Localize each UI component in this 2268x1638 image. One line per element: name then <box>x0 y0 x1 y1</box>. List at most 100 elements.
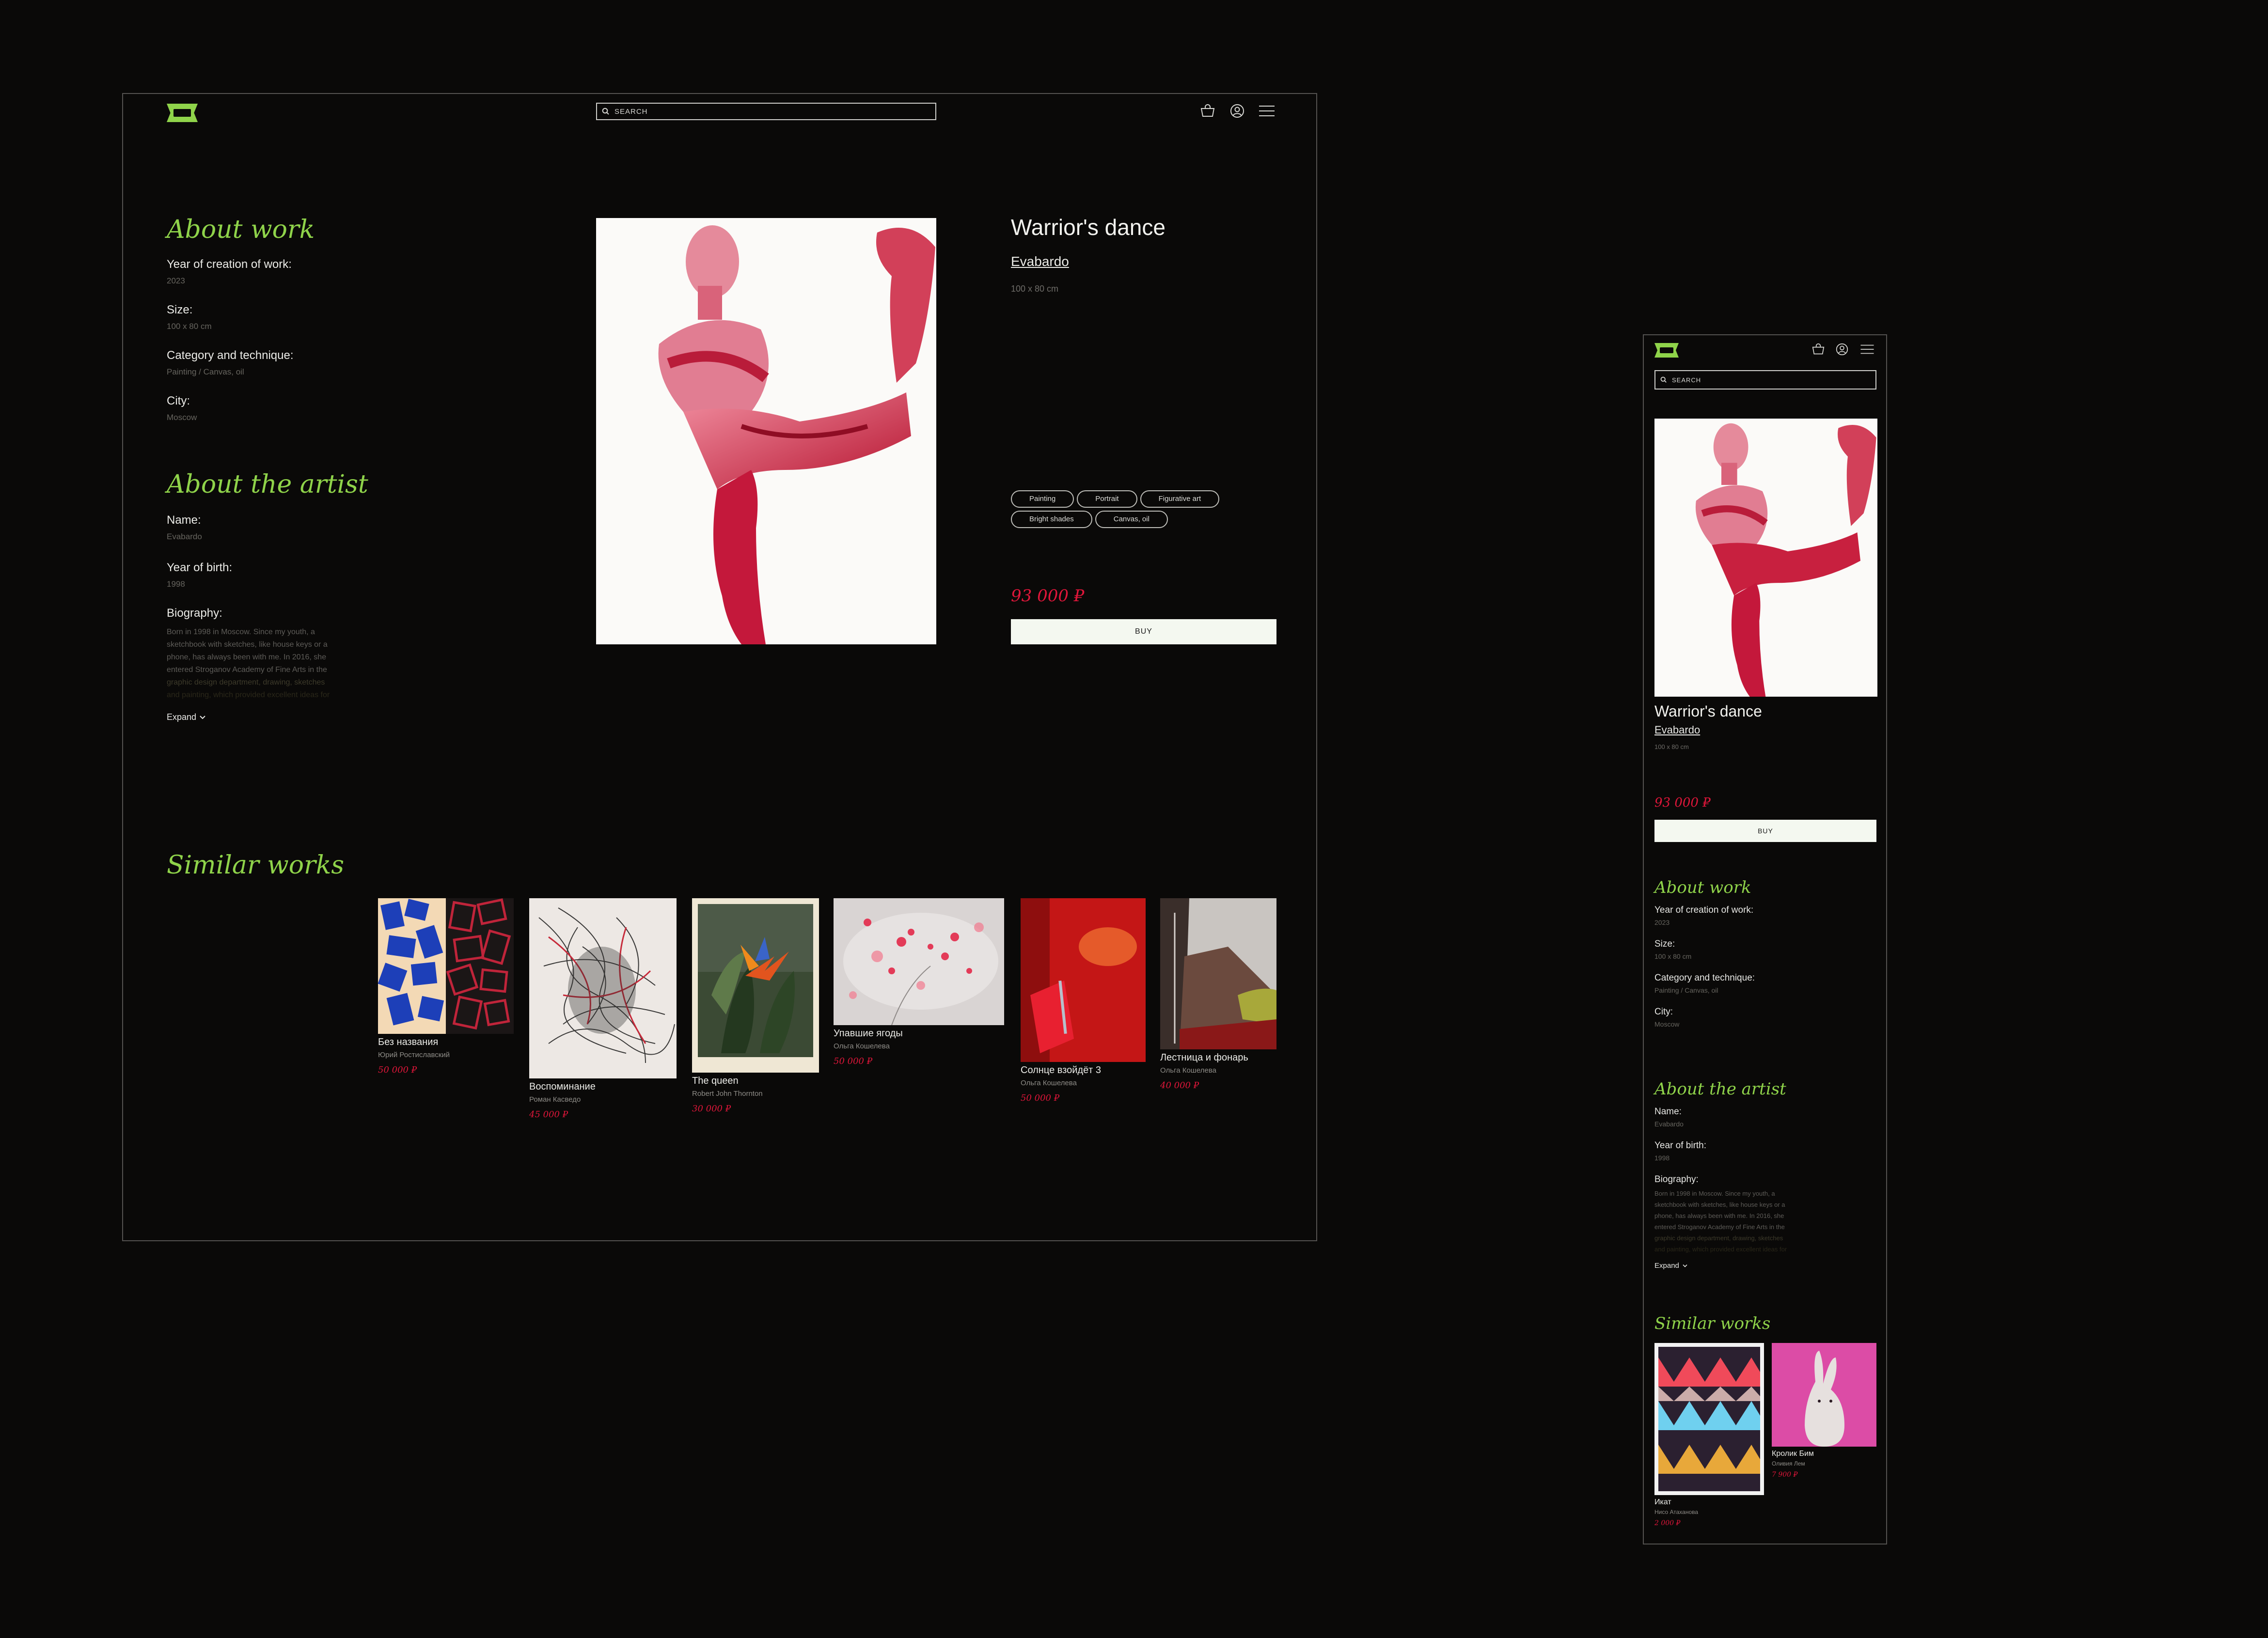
tag-figurative-art[interactable]: Figurative art <box>1140 490 1220 508</box>
card-author: Оливия Лем <box>1772 1460 1805 1467</box>
bio-line: and painting, which provided excellent i… <box>1654 1246 1787 1253</box>
size-value: 100 x 80 cm <box>1654 952 1692 960</box>
about-artist-section: About the artist Name: Evabardo Year of … <box>167 470 390 722</box>
artwork-image[interactable] <box>1654 419 1877 697</box>
name-value: Evabardo <box>1654 1120 1684 1128</box>
size-label: Size: <box>167 303 193 316</box>
bio-line: entered Stroganov Academy of Fine Arts i… <box>1654 1223 1785 1231</box>
mobile-frame: SEARCH Warrior's dance Evabardo 100 x 80… <box>1643 334 1887 1544</box>
card-title: Лестница и фонарь <box>1160 1052 1248 1063</box>
artwork-size: 100 x 80 cm <box>1011 284 1059 294</box>
year-label: Year of creation of work: <box>1654 905 1754 915</box>
search-input[interactable]: SEARCH <box>1654 370 1876 390</box>
card-image <box>834 898 1004 1025</box>
search-icon <box>1660 376 1667 383</box>
bio-text: Born in 1998 in Moscow. Since my youth, … <box>167 626 390 702</box>
birth-label: Year of birth: <box>1654 1140 1707 1151</box>
logo-icon[interactable] <box>167 104 198 122</box>
expand-label: Expand <box>167 712 197 722</box>
artist-link[interactable]: Evabardo <box>1654 724 1700 736</box>
similar-card[interactable]: Лестница и фонарь Ольга Кошелева 40 000 … <box>1160 898 1276 1091</box>
card-price: 40 000 ₽ <box>1160 1080 1199 1091</box>
similar-card[interactable]: Солнце взойдёт 3 Ольга Кошелева 50 000 ₽ <box>1021 898 1146 1103</box>
artwork-title: Warrior's dance <box>1654 702 1762 720</box>
similar-card[interactable]: Без названия Юрий Ростиславский 50 000 ₽ <box>378 898 514 1075</box>
buy-button[interactable]: BUY <box>1654 820 1876 842</box>
card-image <box>1021 898 1146 1062</box>
card-author: Robert John Thornton <box>692 1090 763 1098</box>
card-author: Нисо Атаханова <box>1654 1509 1699 1515</box>
bio-line: entered Stroganov Academy of Fine Arts i… <box>167 666 327 674</box>
similar-card[interactable]: Икат Нисо Атаханова 2 000 ₽ <box>1654 1343 1764 1527</box>
expand-button[interactable]: Expand <box>167 712 390 722</box>
category-label: Category and technique: <box>167 349 294 362</box>
similar-card[interactable]: The queen Robert John Thornton 30 000 ₽ <box>692 898 819 1114</box>
bio-label: Biography: <box>1654 1174 1699 1185</box>
tag-canvas-oil[interactable]: Canvas, oil <box>1095 511 1168 528</box>
search-input[interactable]: SEARCH <box>596 103 936 120</box>
city-label: City: <box>167 394 190 407</box>
expand-button[interactable]: Expand <box>1654 1262 1877 1270</box>
expand-label: Expand <box>1654 1262 1679 1270</box>
similar-card[interactable]: Кролик Бим Оливия Лем 7 900 ₽ <box>1772 1343 1876 1479</box>
card-image <box>692 898 819 1073</box>
artist-link[interactable]: Evabardo <box>1011 254 1282 269</box>
about-artist-heading: About the artist <box>1654 1079 1786 1099</box>
card-title: Упавшие ягоды <box>834 1028 903 1039</box>
name-label: Name: <box>167 514 201 527</box>
card-image <box>529 898 677 1078</box>
user-icon[interactable] <box>1230 104 1244 118</box>
name-label: Name: <box>1654 1107 1682 1117</box>
menu-icon[interactable] <box>1259 105 1275 117</box>
about-work-heading: About work <box>1654 878 1751 897</box>
search-icon <box>602 108 609 115</box>
tag-portrait[interactable]: Portrait <box>1077 490 1137 508</box>
year-value: 2023 <box>167 276 185 285</box>
similar-card[interactable]: Воспоминание Роман Касведо 45 000 ₽ <box>529 898 677 1120</box>
artwork-image[interactable] <box>596 218 936 644</box>
card-author: Юрий Ростиславский <box>378 1051 450 1059</box>
user-icon[interactable] <box>1836 343 1848 356</box>
about-artist-heading: About the artist <box>167 470 368 499</box>
card-title: Солнце взойдёт 3 <box>1021 1065 1102 1076</box>
similar-works-heading: Similar works <box>167 851 345 880</box>
card-image <box>1772 1343 1876 1447</box>
card-price: 7 900 ₽ <box>1772 1471 1798 1479</box>
cart-icon[interactable] <box>1811 343 1825 356</box>
birth-value: 1998 <box>1654 1154 1670 1162</box>
about-artist-section: About the artist Name: Evabardo Year of … <box>1654 1079 1877 1270</box>
bio-line: phone, has always been with me. In 2016,… <box>1654 1212 1784 1219</box>
size-label: Size: <box>1654 939 1675 949</box>
bio-text: Born in 1998 in Moscow. Since my youth, … <box>1654 1188 1877 1255</box>
bio-label: Biography: <box>167 607 222 620</box>
year-value: 2023 <box>1654 919 1670 926</box>
search-placeholder: SEARCH <box>614 107 648 116</box>
year-label: Year of creation of work: <box>167 258 292 271</box>
bio-line: and painting, which provided excellent i… <box>167 691 330 699</box>
card-title: The queen <box>692 1076 739 1086</box>
similar-works-heading: Similar works <box>1654 1314 1771 1333</box>
tag-painting[interactable]: Painting <box>1011 490 1074 508</box>
logo-icon[interactable] <box>1654 343 1679 358</box>
tag-bright-shades[interactable]: Bright shades <box>1011 511 1092 528</box>
card-title: Икат <box>1654 1498 1671 1506</box>
artwork-info: Warrior's dance Evabardo 100 x 80 cm <box>1011 214 1282 294</box>
cart-icon[interactable] <box>1200 104 1215 118</box>
city-value: Moscow <box>1654 1020 1680 1028</box>
artwork-price: 93 000 ₽ <box>1011 586 1085 606</box>
card-price: 50 000 ₽ <box>1021 1093 1060 1103</box>
card-image <box>378 898 514 1034</box>
card-price: 45 000 ₽ <box>529 1109 568 1120</box>
search-placeholder: SEARCH <box>1672 376 1701 384</box>
bio-line: graphic design department, drawing, sket… <box>167 678 325 686</box>
card-author: Ольга Кошелева <box>834 1042 890 1050</box>
menu-icon[interactable] <box>1860 344 1874 355</box>
card-image <box>1160 898 1276 1049</box>
card-title: Без названия <box>378 1037 439 1047</box>
chevron-down-icon <box>200 715 205 719</box>
buy-button[interactable]: BUY <box>1011 619 1276 644</box>
card-price: 50 000 ₽ <box>834 1056 873 1066</box>
city-value: Moscow <box>167 413 197 422</box>
bio-line: Born in 1998 in Moscow. Since my youth, … <box>167 628 315 636</box>
similar-card[interactable]: Упавшие ягоды Ольга Кошелева 50 000 ₽ <box>834 898 1004 1066</box>
